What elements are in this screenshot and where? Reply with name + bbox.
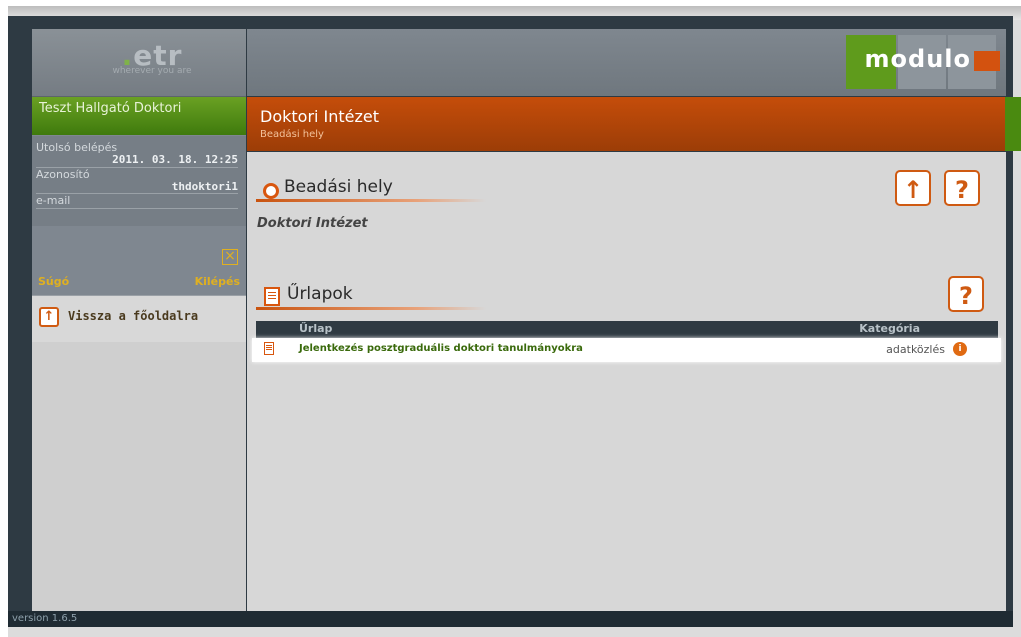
form-link[interactable]: Jelentkezés posztgraduális doktori tanul… bbox=[299, 343, 583, 354]
help-button[interactable]: ? bbox=[944, 170, 980, 206]
sidebar: .etr wherever you are Teszt Hallgató Dok… bbox=[32, 29, 246, 611]
etr-logo[interactable]: .etr wherever you are bbox=[102, 39, 202, 76]
divider bbox=[36, 208, 238, 209]
column-header-category[interactable]: Kategória bbox=[859, 322, 920, 335]
page-title-bar: Doktori Intézet Beadási hely bbox=[247, 97, 1006, 151]
header: modulo bbox=[247, 29, 1006, 96]
arrow-up-icon: ↑ bbox=[39, 307, 59, 327]
user-name-box: Teszt Hallgató Doktori bbox=[32, 97, 246, 135]
institute-name: Doktori Intézet bbox=[257, 216, 368, 231]
last-login-value: 2011. 03. 18. 12:25 bbox=[112, 153, 238, 166]
section-title-beadasi-hely: Beadási hely bbox=[284, 177, 393, 197]
email-label: e-mail bbox=[36, 194, 71, 207]
section-title-urlapok: Űrlapok bbox=[287, 284, 353, 304]
page-title: Doktori Intézet bbox=[260, 107, 380, 126]
forms-table-header: Űrlap Kategória bbox=[256, 321, 998, 338]
modulo-logo-square bbox=[974, 51, 1000, 71]
user-info-panel: Utolsó belépés 2011. 03. 18. 12:25 Azono… bbox=[32, 136, 246, 226]
close-icon[interactable]: × bbox=[222, 249, 238, 265]
info-icon[interactable]: i bbox=[953, 342, 967, 356]
help-button-forms[interactable]: ? bbox=[948, 276, 984, 312]
version-label: version 1.6.5 bbox=[12, 613, 78, 624]
section-underline bbox=[256, 199, 486, 202]
green-accent bbox=[1005, 97, 1021, 151]
last-login-label: Utolsó belépés bbox=[36, 141, 118, 154]
back-to-home-button[interactable]: ↑ Vissza a főoldalra bbox=[32, 295, 246, 342]
main-content: Beadási hely ↑ ? Doktori Intézet Űrlapok… bbox=[247, 152, 1006, 611]
help-link[interactable]: Súgó bbox=[38, 275, 69, 288]
document-icon bbox=[264, 287, 280, 306]
modulo-logo: modulo bbox=[864, 45, 971, 73]
user-name: Teszt Hallgató Doktori bbox=[39, 101, 182, 116]
id-value: thdoktori1 bbox=[171, 180, 238, 193]
page-subtitle: Beadási hely bbox=[260, 129, 324, 140]
help-logout-row: Súgó × Kilépés bbox=[32, 247, 246, 295]
sidebar-empty-area bbox=[32, 342, 246, 611]
id-label: Azonosító bbox=[36, 168, 90, 181]
logo-tagline: wherever you are bbox=[112, 66, 192, 76]
footer-bar bbox=[8, 611, 1013, 627]
logout-link[interactable]: Kilépés bbox=[195, 275, 240, 288]
form-category: adatközlés bbox=[886, 343, 945, 356]
section-underline bbox=[256, 307, 486, 310]
circle-bullet-icon bbox=[263, 183, 279, 199]
up-button[interactable]: ↑ bbox=[895, 170, 931, 206]
table-row[interactable]: Jelentkezés posztgraduális doktori tanul… bbox=[252, 338, 1001, 362]
back-to-home-label: Vissza a főoldalra bbox=[68, 309, 199, 323]
column-header-form[interactable]: Űrlap bbox=[299, 322, 332, 335]
document-icon bbox=[264, 342, 274, 355]
logo-area: .etr wherever you are bbox=[32, 29, 246, 97]
